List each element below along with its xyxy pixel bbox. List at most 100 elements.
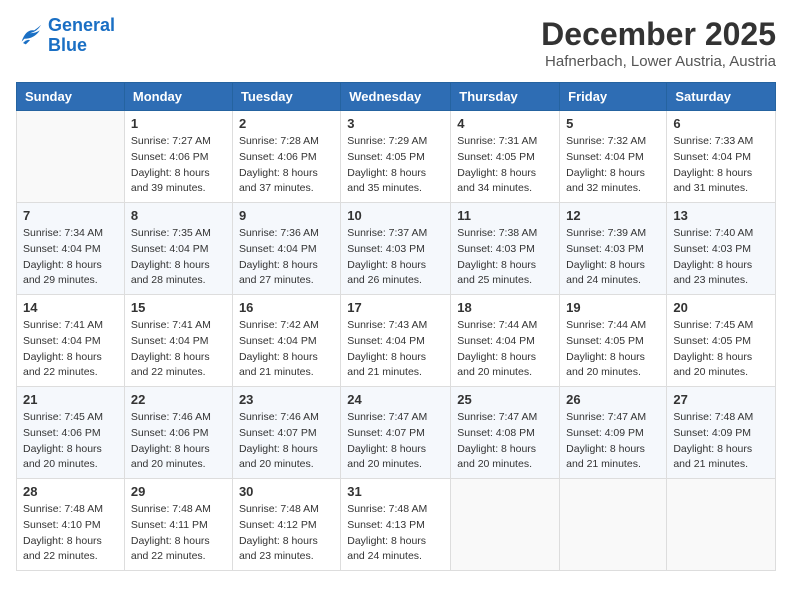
logo-text: General Blue: [48, 16, 115, 56]
day-info: Sunrise: 7:45 AMSunset: 4:06 PMDaylight:…: [23, 410, 118, 473]
calendar-week-row: 1 Sunrise: 7:27 AMSunset: 4:06 PMDaylight…: [17, 111, 776, 203]
day-info: Sunrise: 7:41 AMSunset: 4:04 PMDaylight:…: [23, 318, 118, 381]
calendar-cell: 26 Sunrise: 7:47 AMSunset: 4:09 PMDayligh…: [560, 387, 667, 479]
calendar-cell: 25 Sunrise: 7:47 AMSunset: 4:08 PMDayligh…: [451, 387, 560, 479]
weekday-header-cell: Friday: [560, 83, 667, 111]
calendar-cell: 1 Sunrise: 7:27 AMSunset: 4:06 PMDaylight…: [124, 111, 232, 203]
month-title: December 2025: [541, 16, 776, 53]
calendar-cell: 4Sunrise: 7:31 AMSunset: 4:05 PMDaylight…: [451, 111, 560, 203]
weekday-header-cell: Tuesday: [232, 83, 340, 111]
calendar-cell: 14 Sunrise: 7:41 AMSunset: 4:04 PMDayligh…: [17, 295, 125, 387]
logo-icon: [16, 22, 44, 50]
weekday-header-cell: Sunday: [17, 83, 125, 111]
day-number: 23: [239, 392, 334, 407]
day-info: Sunrise: 7:45 AMSunset: 4:05 PMDaylight:…: [673, 318, 769, 381]
day-info: Sunrise: 7:47 AMSunset: 4:07 PMDaylight:…: [347, 410, 444, 473]
day-info: Sunrise: 7:28 AMSunset: 4:06 PMDaylight:…: [239, 134, 334, 197]
day-info: Sunrise: 7:35 AMSunset: 4:04 PMDaylight:…: [131, 226, 226, 289]
day-number: 18: [457, 300, 553, 315]
day-number: 3: [347, 116, 444, 131]
day-info: Sunrise: 7:47 AMSunset: 4:09 PMDaylight:…: [566, 410, 660, 473]
calendar-cell: [667, 479, 776, 571]
calendar-cell: [560, 479, 667, 571]
day-number: 7: [23, 208, 118, 223]
calendar-cell: 13 Sunrise: 7:40 AMSunset: 4:03 PMDayligh…: [667, 203, 776, 295]
calendar-body: 1 Sunrise: 7:27 AMSunset: 4:06 PMDaylight…: [17, 111, 776, 571]
day-number: 2: [239, 116, 334, 131]
day-info: Sunrise: 7:40 AMSunset: 4:03 PMDaylight:…: [673, 226, 769, 289]
day-info: Sunrise: 7:33 AMSunset: 4:04 PMDaylight:…: [673, 134, 769, 197]
day-number: 15: [131, 300, 226, 315]
day-number: 8: [131, 208, 226, 223]
day-number: 10: [347, 208, 444, 223]
day-number: 20: [673, 300, 769, 315]
calendar-cell: 6 Sunrise: 7:33 AMSunset: 4:04 PMDaylight…: [667, 111, 776, 203]
day-info: Sunrise: 7:44 AMSunset: 4:04 PMDaylight:…: [457, 318, 553, 381]
day-info: Sunrise: 7:29 AMSunset: 4:05 PMDaylight:…: [347, 134, 444, 197]
calendar-cell: 3 Sunrise: 7:29 AMSunset: 4:05 PMDaylight…: [341, 111, 451, 203]
day-number: 6: [673, 116, 769, 131]
day-number: 26: [566, 392, 660, 407]
calendar-cell: 19 Sunrise: 7:44 AMSunset: 4:05 PMDayligh…: [560, 295, 667, 387]
day-info: Sunrise: 7:48 AMSunset: 4:11 PMDaylight:…: [131, 502, 226, 565]
day-info: Sunrise: 7:46 AMSunset: 4:06 PMDaylight:…: [131, 410, 226, 473]
day-info: Sunrise: 7:38 AMSunset: 4:03 PMDaylight:…: [457, 226, 553, 289]
location-title: Hafnerbach, Lower Austria, Austria: [541, 53, 776, 70]
calendar-cell: 24Sunrise: 7:47 AMSunset: 4:07 PMDayligh…: [341, 387, 451, 479]
day-info: Sunrise: 7:48 AMSunset: 4:12 PMDaylight:…: [239, 502, 334, 565]
calendar-cell: 30 Sunrise: 7:48 AMSunset: 4:12 PMDayligh…: [232, 479, 340, 571]
day-number: 28: [23, 484, 118, 499]
day-info: Sunrise: 7:42 AMSunset: 4:04 PMDaylight:…: [239, 318, 334, 381]
calendar-cell: 20 Sunrise: 7:45 AMSunset: 4:05 PMDayligh…: [667, 295, 776, 387]
weekday-header-cell: Monday: [124, 83, 232, 111]
day-number: 19: [566, 300, 660, 315]
day-info: Sunrise: 7:27 AMSunset: 4:06 PMDaylight:…: [131, 134, 226, 197]
day-number: 17: [347, 300, 444, 315]
weekday-header-row: SundayMondayTuesdayWednesdayThursdayFrid…: [17, 83, 776, 111]
day-info: Sunrise: 7:46 AMSunset: 4:07 PMDaylight:…: [239, 410, 334, 473]
day-info: Sunrise: 7:36 AMSunset: 4:04 PMDaylight:…: [239, 226, 334, 289]
day-number: 9: [239, 208, 334, 223]
calendar-cell: 21 Sunrise: 7:45 AMSunset: 4:06 PMDayligh…: [17, 387, 125, 479]
calendar-cell: 27Sunrise: 7:48 AMSunset: 4:09 PMDayligh…: [667, 387, 776, 479]
day-number: 29: [131, 484, 226, 499]
day-number: 25: [457, 392, 553, 407]
day-info: Sunrise: 7:39 AMSunset: 4:03 PMDaylight:…: [566, 226, 660, 289]
day-info: Sunrise: 7:48 AMSunset: 4:13 PMDaylight:…: [347, 502, 444, 565]
day-number: 13: [673, 208, 769, 223]
calendar-cell: 9 Sunrise: 7:36 AMSunset: 4:04 PMDaylight…: [232, 203, 340, 295]
day-number: 16: [239, 300, 334, 315]
calendar-cell: 10 Sunrise: 7:37 AMSunset: 4:03 PMDayligh…: [341, 203, 451, 295]
day-number: 21: [23, 392, 118, 407]
day-number: 14: [23, 300, 118, 315]
day-info: Sunrise: 7:37 AMSunset: 4:03 PMDaylight:…: [347, 226, 444, 289]
day-info: Sunrise: 7:44 AMSunset: 4:05 PMDaylight:…: [566, 318, 660, 381]
day-info: Sunrise: 7:31 AMSunset: 4:05 PMDaylight:…: [457, 134, 553, 197]
calendar-week-row: 28Sunrise: 7:48 AMSunset: 4:10 PMDayligh…: [17, 479, 776, 571]
calendar-table: SundayMondayTuesdayWednesdayThursdayFrid…: [16, 82, 776, 571]
day-number: 27: [673, 392, 769, 407]
calendar-week-row: 21 Sunrise: 7:45 AMSunset: 4:06 PMDayligh…: [17, 387, 776, 479]
calendar-cell: 29 Sunrise: 7:48 AMSunset: 4:11 PMDayligh…: [124, 479, 232, 571]
calendar-cell: 5Sunrise: 7:32 AMSunset: 4:04 PMDaylight…: [560, 111, 667, 203]
day-info: Sunrise: 7:41 AMSunset: 4:04 PMDaylight:…: [131, 318, 226, 381]
weekday-header-cell: Thursday: [451, 83, 560, 111]
calendar-cell: 31 Sunrise: 7:48 AMSunset: 4:13 PMDayligh…: [341, 479, 451, 571]
day-info: Sunrise: 7:34 AMSunset: 4:04 PMDaylight:…: [23, 226, 118, 289]
logo: General Blue: [16, 16, 115, 56]
calendar-cell: 8 Sunrise: 7:35 AMSunset: 4:04 PMDaylight…: [124, 203, 232, 295]
page-header: General Blue December 2025 Hafnerbach, L…: [16, 16, 776, 70]
day-number: 1: [131, 116, 226, 131]
weekday-header-cell: Saturday: [667, 83, 776, 111]
day-info: Sunrise: 7:47 AMSunset: 4:08 PMDaylight:…: [457, 410, 553, 473]
calendar-cell: 17Sunrise: 7:43 AMSunset: 4:04 PMDayligh…: [341, 295, 451, 387]
calendar-week-row: 14 Sunrise: 7:41 AMSunset: 4:04 PMDayligh…: [17, 295, 776, 387]
day-number: 5: [566, 116, 660, 131]
day-number: 31: [347, 484, 444, 499]
calendar-cell: 18 Sunrise: 7:44 AMSunset: 4:04 PMDayligh…: [451, 295, 560, 387]
logo-line2: Blue: [48, 35, 87, 55]
calendar-cell: 12Sunrise: 7:39 AMSunset: 4:03 PMDayligh…: [560, 203, 667, 295]
calendar-cell: 22Sunrise: 7:46 AMSunset: 4:06 PMDayligh…: [124, 387, 232, 479]
calendar-cell: 11Sunrise: 7:38 AMSunset: 4:03 PMDayligh…: [451, 203, 560, 295]
day-number: 30: [239, 484, 334, 499]
